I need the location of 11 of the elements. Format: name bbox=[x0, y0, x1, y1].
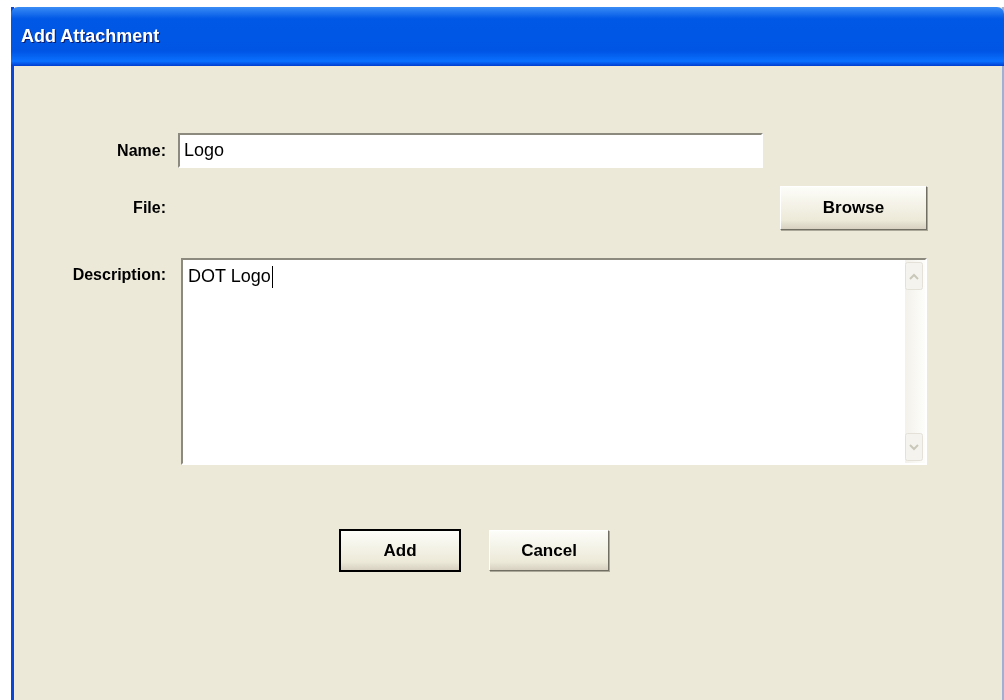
add-button[interactable]: Add bbox=[340, 530, 460, 571]
scroll-up-icon[interactable] bbox=[905, 262, 923, 290]
window-title: Add Attachment bbox=[21, 26, 160, 47]
field-label: File: bbox=[133, 199, 166, 217]
scroll-down-icon[interactable] bbox=[905, 433, 923, 461]
description-field[interactable]: DOT Logo bbox=[181, 258, 927, 465]
field-label: Description: bbox=[72, 266, 166, 285]
field-label: Name: bbox=[117, 141, 166, 160]
browse-button[interactable]: Browse bbox=[780, 186, 927, 230]
cancel-button[interactable]: Cancel bbox=[489, 530, 609, 571]
name-field[interactable]: Logo bbox=[178, 133, 763, 168]
